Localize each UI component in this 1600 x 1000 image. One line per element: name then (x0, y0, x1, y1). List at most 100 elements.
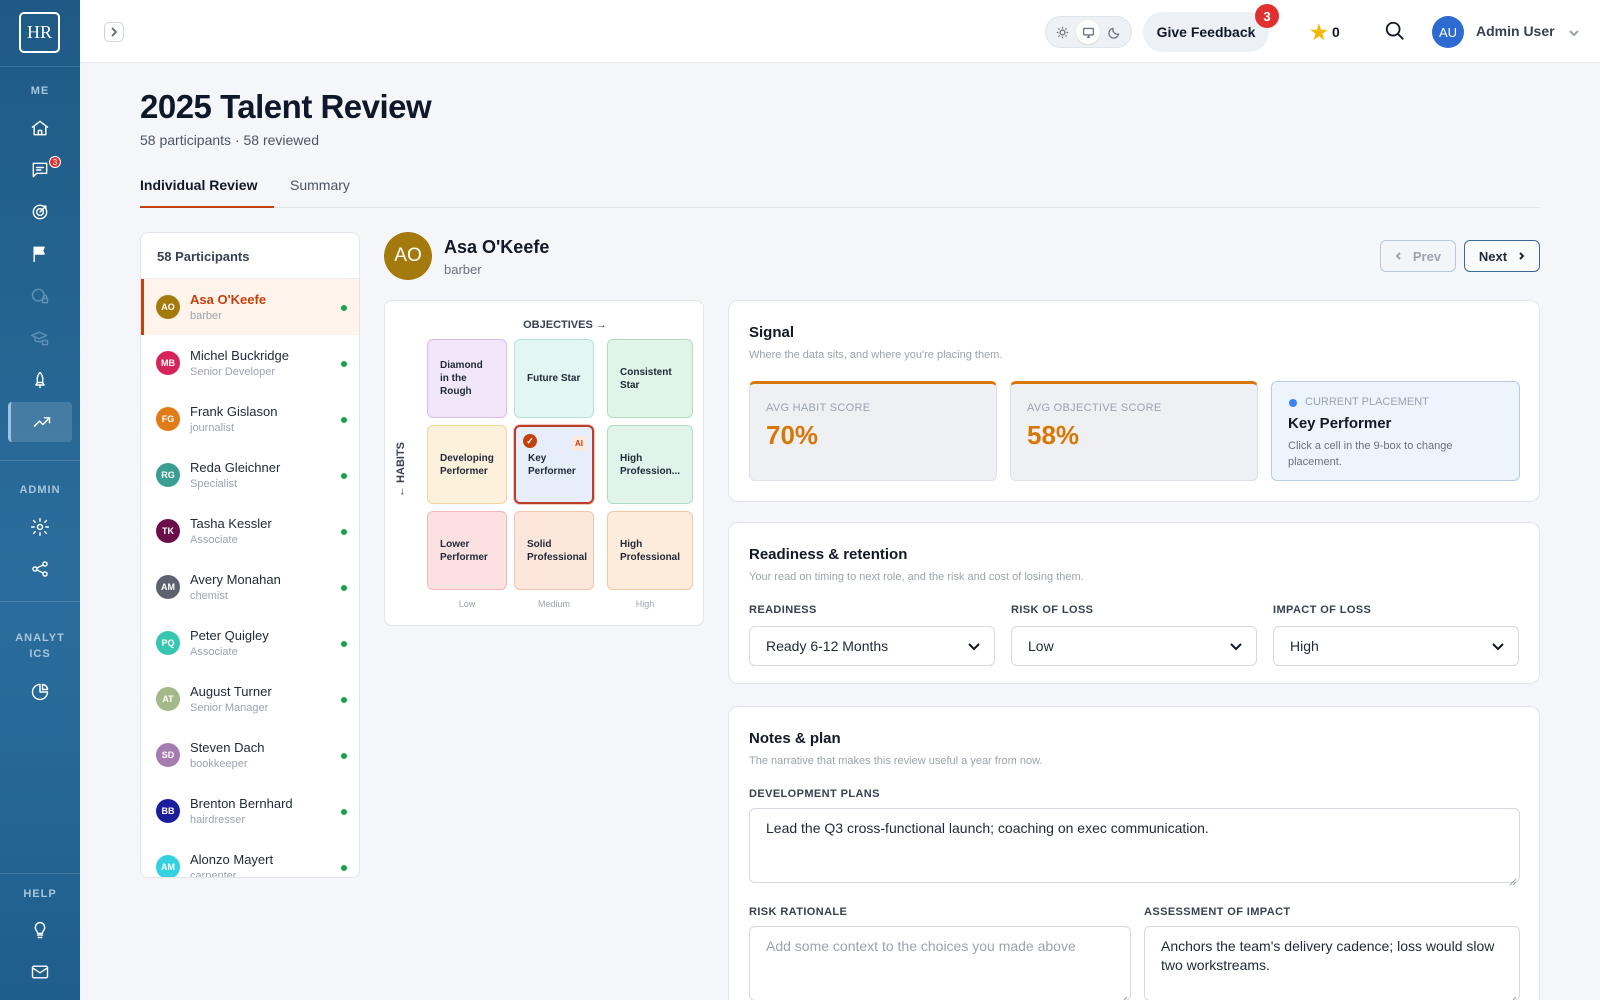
nine-box-cell[interactable]: Solid Professional (514, 511, 594, 590)
sidebar-item-settings[interactable] (8, 507, 72, 547)
nine-box-cell[interactable]: High Professional (607, 511, 693, 590)
monitor-icon (1082, 27, 1095, 38)
axis-label-medium: Medium (537, 599, 570, 609)
rocket-icon (35, 371, 45, 389)
next-button[interactable]: Next (1464, 240, 1540, 272)
assessment-of-impact-input[interactable]: Anchors the team's delivery cadence; los… (1144, 926, 1520, 1000)
sidebar-item-messages[interactable]: 3 (8, 150, 72, 190)
sidebar-toggle-button[interactable] (104, 22, 124, 42)
page-title: 2025 Talent Review (140, 88, 432, 125)
check-icon: ✓ (523, 434, 537, 448)
participant-item[interactable]: RG Reda Gleichner Specialist (141, 447, 359, 503)
status-dot (341, 529, 347, 535)
user-menu-chevron[interactable] (1568, 26, 1580, 38)
sidebar-item-analytics[interactable] (8, 672, 72, 712)
theme-dark-button[interactable] (1102, 20, 1126, 44)
participant-name: August Turner (190, 684, 272, 699)
participant-name: Alonzo Mayert (190, 852, 274, 867)
impact-of-loss-select[interactable]: High (1273, 626, 1519, 666)
nine-box-cell-label: Solid Professional (527, 538, 588, 563)
stars-counter[interactable]: ★ 0 (1310, 20, 1340, 44)
participant-item[interactable]: MB Michel Buckridge Senior Developer (141, 335, 359, 391)
participant-item[interactable]: AM Alonzo Mayert carpenter (141, 839, 359, 877)
resize-handle[interactable] (1120, 990, 1128, 1000)
lightbulb-icon (34, 921, 46, 939)
nine-box-cell[interactable]: Diamond in the Rough (427, 339, 507, 418)
risk-of-loss-select[interactable]: Low (1011, 626, 1257, 666)
participant-item[interactable]: AT August Turner Senior Manager (141, 671, 359, 727)
participant-item[interactable]: AO Asa O'Keefe barber (141, 279, 359, 335)
impact-of-loss-value: High (1290, 638, 1319, 654)
risk-of-loss-value: Low (1028, 638, 1054, 654)
resize-handle[interactable] (1509, 990, 1517, 1000)
participant-avatar: TK (156, 519, 180, 543)
readiness-card: Readiness & retention Your read on timin… (728, 522, 1540, 684)
nine-box-cell[interactable]: Developing Performer (427, 425, 507, 504)
nine-box-cell[interactable]: Future Star (514, 339, 594, 418)
app-logo[interactable]: HR (19, 12, 60, 53)
resize-handle[interactable] (1509, 872, 1517, 886)
locked-chat-icon (31, 288, 49, 304)
participant-role: Senior Manager (190, 702, 269, 714)
participant-item[interactable]: AM Avery Monahan chemist (141, 559, 359, 615)
participant-item[interactable]: BB Brenton Bernhard hairdresser (141, 783, 359, 839)
sidebar-item-share[interactable] (8, 549, 72, 589)
theme-system-button[interactable] (1076, 20, 1101, 44)
nine-box-cell[interactable]: Key Performer ✓ AI (514, 425, 594, 504)
sidebar-item-contact[interactable] (8, 952, 72, 992)
search-button[interactable] (1384, 20, 1408, 44)
participant-name: Reda Gleichner (190, 460, 281, 475)
user-avatar[interactable]: AU (1432, 16, 1464, 48)
sidebar-item-launch[interactable] (8, 360, 72, 400)
participant-item[interactable]: SD Steven Dach bookkeeper (141, 727, 359, 783)
sidebar-item-flags[interactable] (8, 234, 72, 274)
nine-box-cell[interactable]: High Profession... (607, 425, 693, 504)
participant-avatar: FG (156, 407, 180, 431)
search-icon (1385, 21, 1404, 40)
prev-button[interactable]: Prev (1380, 240, 1456, 272)
risk-rationale-input[interactable]: Add some context to the choices you made… (749, 926, 1131, 1000)
participant-avatar: AO (156, 295, 180, 319)
nine-box-cell[interactable]: Consistent Star (607, 339, 693, 418)
sidebar-item-home[interactable] (8, 108, 72, 148)
signal-subtitle: Where the data sits, and where you're pl… (749, 349, 1003, 361)
participant-role: chemist (190, 590, 228, 602)
person-avatar: AO (384, 232, 432, 280)
nine-box-cell[interactable]: Lower Performer (427, 511, 507, 590)
participants-header: 58 Participants (141, 233, 359, 279)
objectives-axis-label: OBJECTIVES → (523, 319, 607, 331)
risk-of-loss-label: RISK OF LOSS (1011, 604, 1094, 616)
user-name[interactable]: Admin User (1476, 23, 1555, 39)
participant-item[interactable]: TK Tasha Kessler Associate (141, 503, 359, 559)
readiness-value: Ready 6-12 Months (766, 638, 889, 654)
participant-item[interactable]: FG Frank Gislason journalist (141, 391, 359, 447)
chevron-down-icon (1569, 30, 1579, 37)
sidebar-item-ideas[interactable] (8, 910, 72, 950)
sidebar-item-goals[interactable] (8, 192, 72, 232)
sidebar-item-locked-chat (8, 276, 72, 316)
topbar: Give Feedback 3 ★ 0 AU Admin User (80, 0, 1600, 63)
chevron-right-icon (1519, 252, 1525, 260)
give-feedback-button[interactable]: Give Feedback (1143, 12, 1269, 52)
participant-name: Steven Dach (190, 740, 265, 755)
status-dot (341, 753, 347, 759)
development-plans-input[interactable]: Lead the Q3 cross-functional launch; coa… (749, 808, 1520, 886)
tab-individual-review[interactable]: Individual Review (140, 177, 274, 208)
participants-list: AO Asa O'Keefe barber MB Michel Buckridge Sen… (141, 279, 359, 877)
participant-role: Associate (190, 646, 238, 658)
participant-role: journalist (190, 422, 235, 434)
sidebar-item-talent-review[interactable] (8, 402, 72, 442)
readiness-select[interactable]: Ready 6-12 Months (749, 626, 995, 666)
nine-box-cell-label: Diamond in the Rough (440, 360, 483, 397)
theme-light-button[interactable] (1051, 20, 1075, 44)
sidebar-section-analytics: ANALYT ICS (15, 632, 65, 660)
chevron-right-icon (111, 27, 118, 37)
readiness-title: Readiness & retention (749, 546, 908, 563)
participant-item[interactable]: PQ Peter Quigley Associate (141, 615, 359, 671)
avg-habit-value: 70% (766, 420, 819, 450)
stars-count: 0 (1331, 24, 1340, 40)
tab-summary[interactable]: Summary (290, 177, 350, 208)
person-name: Asa O'Keefe (444, 237, 550, 257)
development-plans-label: DEVELOPMENT PLANS (749, 788, 880, 800)
participant-role: barber (190, 310, 222, 322)
